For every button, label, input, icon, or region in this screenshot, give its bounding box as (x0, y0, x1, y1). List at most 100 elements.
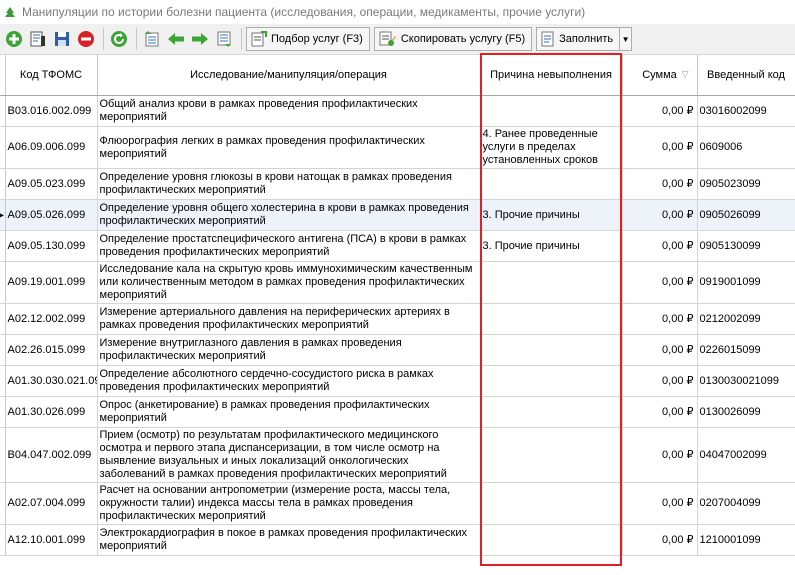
cell-code[interactable]: A09.19.001.099 (5, 261, 98, 304)
cell-entered-code[interactable]: 0905023099 (697, 168, 795, 200)
table-row[interactable]: A06.09.006.099 Флюорография легких в рамк… (0, 126, 795, 169)
cell-service[interactable]: Флюорография легких в рамках проведения … (97, 126, 481, 169)
cell-reason[interactable]: 3. Прочие причины (480, 230, 623, 262)
cell-reason[interactable] (480, 482, 623, 525)
table-row[interactable]: B04.047.002.099 Прием (осмотр) по результ… (0, 427, 795, 483)
cell-sum[interactable]: 0,00 ₽ (622, 334, 698, 366)
cell-sum[interactable]: 0,00 ₽ (622, 199, 698, 231)
cell-service[interactable]: Определение уровня общего холестерина в … (97, 199, 481, 231)
cell-reason[interactable] (480, 261, 623, 304)
cell-entered-code[interactable]: 0130030021099 (697, 365, 795, 397)
cell-entered-code[interactable]: 0905026099 (697, 199, 795, 231)
column-header-code[interactable]: Код ТФОМС (5, 55, 98, 96)
cell-entered-code[interactable]: 0226015099 (697, 334, 795, 366)
cell-entered-code[interactable]: 0130026099 (697, 396, 795, 428)
cell-entered-code[interactable]: 0919001099 (697, 261, 795, 304)
cell-code[interactable]: A02.26.015.099 (5, 334, 98, 366)
cell-sum[interactable]: 0,00 ₽ (622, 126, 698, 169)
cell-entered-code[interactable]: 1210001099 (697, 524, 795, 556)
cell-service[interactable]: Определение абсолютного сердечно-сосудис… (97, 365, 481, 397)
table-row[interactable]: B03.016.002.099 Общий анализ крови в рамк… (0, 95, 795, 127)
cell-code[interactable]: A02.12.002.099 (5, 303, 98, 335)
copy-service-button[interactable]: Скопировать услугу (F5) (373, 27, 533, 51)
cell-sum[interactable]: 0,00 ₽ (622, 396, 698, 428)
table-row[interactable]: A01.30.030.021.099 Определение абсолютног… (0, 365, 795, 397)
cell-code[interactable]: A09.05.130.099 (5, 230, 98, 262)
cell-reason[interactable]: 4. Ранее проведенные услуги в пределах у… (480, 126, 623, 169)
cell-code[interactable]: A02.07.004.099 (5, 482, 98, 525)
cell-reason[interactable] (480, 427, 623, 483)
cell-sum[interactable]: 0,00 ₽ (622, 168, 698, 200)
cell-reason[interactable] (480, 524, 623, 556)
table-row[interactable]: A09.19.001.099 Исследование кала на скрыт… (0, 261, 795, 304)
cell-reason[interactable] (480, 95, 623, 127)
cell-entered-code[interactable]: 0905130099 (697, 230, 795, 262)
cell-reason[interactable] (480, 334, 623, 366)
column-header-service[interactable]: Исследование/манипуляция/операция (97, 55, 481, 96)
cell-sum[interactable]: 0,00 ₽ (622, 365, 698, 397)
cell-service[interactable]: Определение уровня глюкозы в крови натощ… (97, 168, 481, 200)
cell-code[interactable]: A09.05.026.099 (5, 199, 98, 231)
cell-service[interactable]: Определение простатспецифического антиге… (97, 230, 481, 262)
cell-service[interactable]: Исследование кала на скрытую кровь иммун… (97, 261, 481, 304)
cell-entered-code[interactable]: 04047002099 (697, 427, 795, 483)
delete-icon[interactable] (75, 28, 97, 50)
cell-reason[interactable] (480, 365, 623, 397)
cell-reason[interactable] (480, 168, 623, 200)
cell-sum[interactable]: 0,00 ₽ (622, 524, 698, 556)
table-row[interactable]: A02.07.004.099 Расчет на основании антроп… (0, 482, 795, 525)
cell-reason[interactable] (480, 396, 623, 428)
move-down-icon[interactable] (213, 28, 235, 50)
cell-code[interactable]: A12.10.001.099 (5, 524, 98, 556)
save-icon[interactable] (51, 28, 73, 50)
cell-sum[interactable]: 0,00 ₽ (622, 482, 698, 525)
cell-service[interactable]: Измерение артериального давления на пери… (97, 303, 481, 335)
copy-service-icon (379, 31, 397, 47)
cell-service[interactable]: Прием (осмотр) по результатам профилакти… (97, 427, 481, 483)
table-row[interactable]: A09.05.023.099 Определение уровня глюкозы… (0, 168, 795, 200)
add-icon[interactable] (3, 28, 25, 50)
cell-code[interactable]: A01.30.030.021.099 (5, 365, 98, 397)
table-row[interactable]: A02.12.002.099 Измерение артериального да… (0, 303, 795, 335)
cell-code[interactable]: A06.09.006.099 (5, 126, 98, 169)
cell-service[interactable]: Опрос (анкетирование) в рамках проведени… (97, 396, 481, 428)
cell-code[interactable]: A09.05.023.099 (5, 168, 98, 200)
cell-sum[interactable]: 0,00 ₽ (622, 303, 698, 335)
cell-code[interactable]: B03.016.002.099 (5, 95, 98, 127)
fill-button[interactable]: Заполнить (536, 27, 621, 51)
cell-entered-code[interactable]: 03016002099 (697, 95, 795, 127)
cell-service[interactable]: Электрокардиография в покое в рамках про… (97, 524, 481, 556)
edit-doc-icon[interactable] (27, 28, 49, 50)
arrow-right-icon[interactable] (189, 28, 211, 50)
cell-code[interactable]: B04.047.002.099 (5, 427, 98, 483)
cell-sum[interactable]: 0,00 ₽ (622, 261, 698, 304)
cell-entered-code[interactable]: 0609006 (697, 126, 795, 169)
cell-sum[interactable]: 0,00 ₽ (622, 427, 698, 483)
select-services-button[interactable]: Подбор услуг (F3) (246, 27, 370, 51)
table-row[interactable]: A02.26.015.099 Измерение внутриглазного д… (0, 334, 795, 366)
cell-service[interactable]: Измерение внутриглазного давления в рамк… (97, 334, 481, 366)
column-header-reason[interactable]: Причина невыполнения (480, 55, 623, 96)
cell-code[interactable]: A01.30.026.099 (5, 396, 98, 428)
cell-service[interactable]: Общий анализ крови в рамках проведения п… (97, 95, 481, 127)
table-row[interactable]: ▸ A09.05.026.099 Определение уровня общего… (0, 199, 795, 231)
column-header-sum[interactable]: Сумма ▽ (622, 55, 698, 96)
cell-reason[interactable]: 3. Прочие причины (480, 199, 623, 231)
column-header-entered-code[interactable]: Введенный код (697, 55, 795, 96)
cell-entered-code[interactable]: 0207004099 (697, 482, 795, 525)
arrow-left-icon[interactable] (165, 28, 187, 50)
table-row[interactable]: A12.10.001.099 Электрокардиография в поко… (0, 524, 795, 556)
cell-reason[interactable] (480, 303, 623, 335)
move-up-icon[interactable] (141, 28, 163, 50)
row-indicator (0, 261, 6, 304)
refresh-icon[interactable] (108, 28, 130, 50)
table-row[interactable]: A01.30.026.099 Опрос (анкетирование) в ра… (0, 396, 795, 428)
cell-entered-code[interactable]: 0212002099 (697, 303, 795, 335)
cell-sum[interactable]: 0,00 ₽ (622, 230, 698, 262)
services-grid: Код ТФОМС Исследование/манипуляция/опера… (0, 55, 795, 575)
cell-service[interactable]: Расчет на основании антропометрии (измер… (97, 482, 481, 525)
row-indicator (0, 365, 6, 397)
fill-dropdown-button[interactable]: ▼ (620, 27, 633, 51)
table-row[interactable]: A09.05.130.099 Определение простатспецифи… (0, 230, 795, 262)
cell-sum[interactable]: 0,00 ₽ (622, 95, 698, 127)
